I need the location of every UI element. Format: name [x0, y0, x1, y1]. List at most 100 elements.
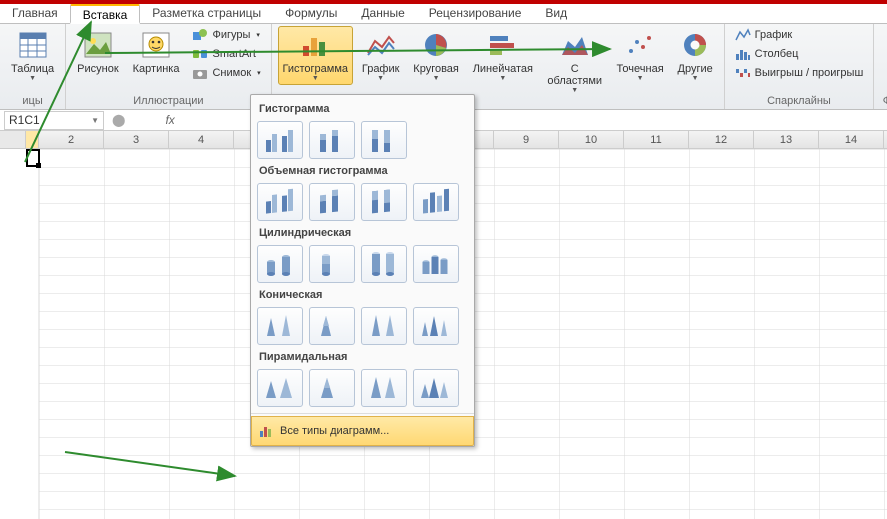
sparkline-line-button[interactable]: График [731, 26, 868, 44]
screenshot-button[interactable]: Снимок▾ [188, 64, 264, 82]
tab-home[interactable]: Главная [0, 4, 70, 23]
chart-type-stacked-column[interactable] [309, 121, 355, 159]
clipart-button[interactable]: Картинка [128, 26, 185, 78]
shapes-icon [192, 27, 208, 43]
screenshot-label: Снимок [212, 67, 251, 79]
clipart-icon [140, 29, 172, 61]
dropdown-section-title: Цилиндрическая [257, 223, 468, 243]
group-tables: Таблица ▼ ицы [0, 24, 66, 109]
col-header[interactable]: 2 [39, 131, 104, 148]
picture-button[interactable]: Рисунок [72, 26, 124, 78]
smartart-label: SmartArt [212, 48, 255, 60]
chart-type-cone-stacked[interactable] [309, 307, 355, 345]
chevron-down-icon: ▼ [312, 75, 319, 82]
chart-type-clustered-column[interactable] [257, 121, 303, 159]
sparkline-column-icon [735, 46, 751, 62]
col-header[interactable]: 10 [559, 131, 624, 148]
chart-type-pyramid-3d[interactable] [413, 369, 459, 407]
line-chart-label: График [362, 63, 400, 75]
scatter-chart-button[interactable]: Точечная ▼ [612, 26, 669, 85]
chevron-down-icon: ▼ [571, 87, 578, 94]
col-header[interactable]: 12 [689, 131, 754, 148]
histogram-button[interactable]: Гистограмма ▼ [278, 26, 353, 85]
tab-view[interactable]: Вид [533, 4, 579, 23]
chart-type-cylinder-clustered[interactable] [257, 245, 303, 283]
picture-icon [82, 29, 114, 61]
chevron-down-icon: ▼ [377, 75, 384, 82]
group-illustrations: Рисунок Картинка Фигуры▾ SmartArt [66, 24, 272, 109]
smartart-button[interactable]: SmartArt [188, 45, 264, 63]
sparkline-winloss-button[interactable]: Выигрыш / проигрыш [731, 64, 868, 82]
chart-type-pyramid-stacked[interactable] [309, 369, 355, 407]
line-chart-button[interactable]: График ▼ [357, 26, 404, 85]
other-charts-label: Другие [678, 63, 713, 75]
tab-formulas[interactable]: Формулы [273, 4, 349, 23]
picture-label: Рисунок [77, 63, 119, 75]
col-header[interactable]: 9 [494, 131, 559, 148]
chart-type-3d-stacked-column[interactable] [309, 183, 355, 221]
group-sparklines-label: Спарклайны [767, 93, 831, 109]
bar-chart-button[interactable]: Линейчатая ▼ [468, 26, 538, 85]
bar-chart-icon [487, 29, 519, 61]
chevron-down-icon: ▼ [29, 75, 36, 82]
clipart-label: Картинка [133, 63, 180, 75]
tab-review[interactable]: Рецензирование [417, 4, 534, 23]
chart-type-100-stacked-column[interactable] [361, 121, 407, 159]
col-header[interactable]: 13 [754, 131, 819, 148]
histogram-label: Гистограмма [283, 63, 349, 75]
chart-type-pyramid-clustered[interactable] [257, 369, 303, 407]
col-header[interactable]: 3 [104, 131, 169, 148]
slicer-button[interactable]: Срез [880, 26, 887, 78]
area-chart-button[interactable]: С областями ▼ [542, 26, 608, 97]
chart-type-cylinder-100-stacked[interactable] [361, 245, 407, 283]
chart-type-3d-100-stacked-column[interactable] [361, 183, 407, 221]
chevron-down-icon: ▼ [499, 75, 506, 82]
chevron-down-icon: ▼ [637, 75, 644, 82]
group-charts-label [496, 97, 499, 113]
column-chart-icon [299, 29, 331, 61]
chart-icon [258, 423, 274, 439]
dropdown-section-title: Объемная гистограмма [257, 161, 468, 181]
tab-insert[interactable]: Вставка [70, 4, 141, 24]
group-filter: Срез Фильтр [874, 24, 887, 109]
name-box[interactable]: R1C1 ▼ [4, 111, 104, 130]
col-header[interactable] [26, 131, 39, 148]
chevron-down-icon: ▼ [692, 75, 699, 82]
chart-type-pyramid-100-stacked[interactable] [361, 369, 407, 407]
scatter-chart-label: Точечная [617, 63, 664, 75]
sparkline-winloss-label: Выигрыш / проигрыш [755, 67, 864, 79]
donut-chart-icon [679, 29, 711, 61]
chart-type-3d-clustered-column[interactable] [257, 183, 303, 221]
col-header[interactable]: 4 [169, 131, 234, 148]
select-all-corner[interactable] [0, 131, 26, 148]
fx-icon[interactable]: fx [165, 113, 174, 127]
smartart-icon [192, 46, 208, 62]
chart-type-cone-clustered[interactable] [257, 307, 303, 345]
group-illustrations-label: Иллюстрации [133, 93, 203, 109]
chart-type-3d-column[interactable] [413, 183, 459, 221]
table-button[interactable]: Таблица ▼ [6, 26, 59, 85]
table-label: Таблица [11, 63, 54, 75]
col-header[interactable]: 11 [624, 131, 689, 148]
chart-type-cone-100-stacked[interactable] [361, 307, 407, 345]
tab-page-layout[interactable]: Разметка страницы [140, 4, 273, 23]
area-chart-label: С областями [547, 63, 603, 87]
name-box-value: R1C1 [9, 113, 40, 127]
dropdown-section-title: Коническая [257, 285, 468, 305]
pie-chart-button[interactable]: Круговая ▼ [408, 26, 463, 85]
chart-type-cylinder-3d[interactable] [413, 245, 459, 283]
other-charts-button[interactable]: Другие ▼ [673, 26, 718, 85]
chart-type-cylinder-stacked[interactable] [309, 245, 355, 283]
line-chart-icon [365, 29, 397, 61]
sparkline-column-button[interactable]: Столбец [731, 45, 868, 63]
group-sparklines: График Столбец Выигрыш / проигрыш Спаркл… [724, 24, 875, 109]
active-cell[interactable] [26, 149, 40, 167]
col-header[interactable]: 14 [819, 131, 884, 148]
all-chart-types-label: Все типы диаграмм... [280, 425, 389, 437]
chart-type-cone-3d[interactable] [413, 307, 459, 345]
shapes-button[interactable]: Фигуры▾ [188, 26, 264, 44]
all-chart-types-button[interactable]: Все типы диаграмм... [251, 416, 474, 446]
ribbon-tabs: Главная Вставка Разметка страницы Формул… [0, 4, 887, 24]
tab-data[interactable]: Данные [349, 4, 416, 23]
chevron-down-icon: ▼ [91, 116, 99, 125]
